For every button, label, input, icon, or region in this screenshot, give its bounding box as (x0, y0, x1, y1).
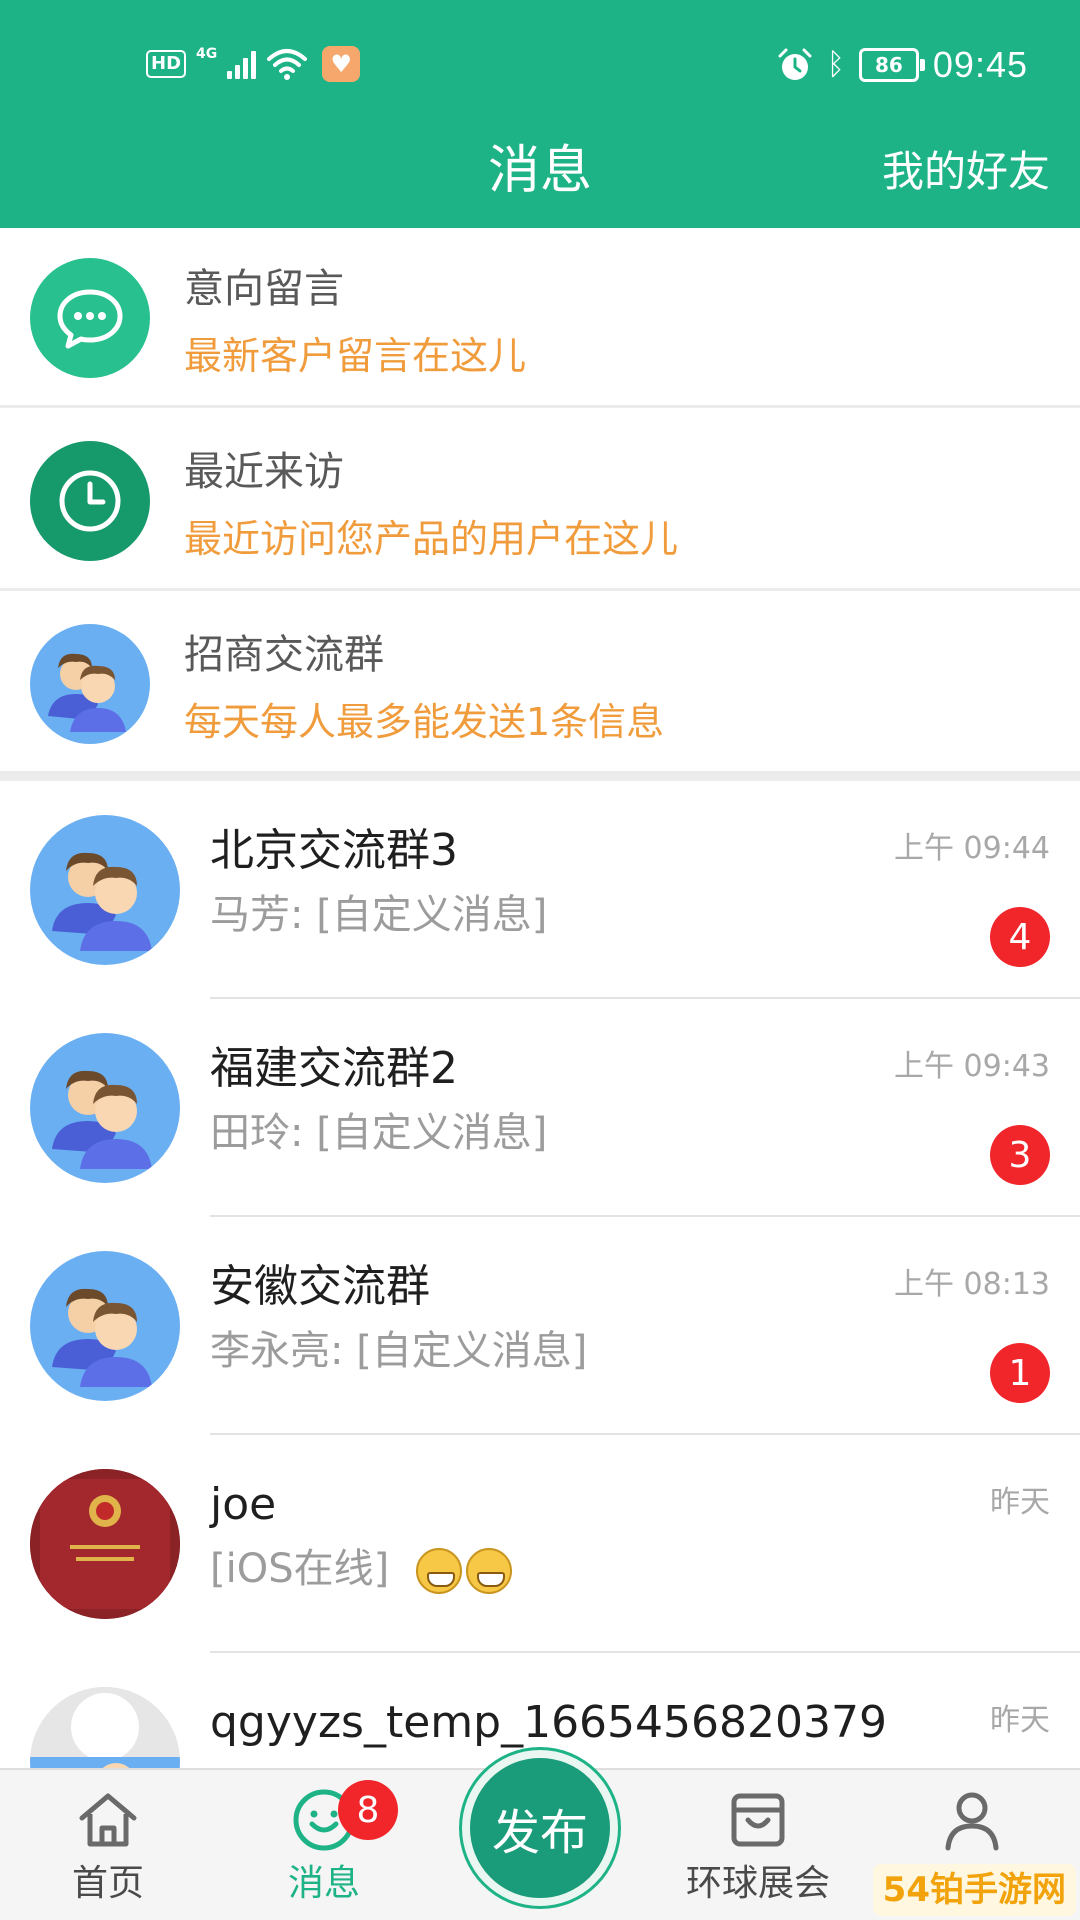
group-avatar-icon (30, 1251, 180, 1401)
feature-title: 最近来访 (184, 449, 344, 495)
feature-row-recent-visitors[interactable]: 最近来访 最近访问您产品的用户在这儿 (0, 411, 1080, 591)
health-app-icon: ♥ (322, 46, 361, 82)
feature-row-leave-message[interactable]: 意向留言 最新客户留言在这儿 (0, 228, 1080, 408)
chat-name: 福建交流群2 (210, 1043, 458, 1094)
hd-indicator: HD (146, 50, 187, 78)
grin-emoji-icon (465, 1548, 512, 1594)
group-avatar-icon (30, 1033, 180, 1183)
unread-badge: 3 (990, 1125, 1050, 1185)
unread-badge: 1 (990, 1343, 1050, 1403)
nav-messages[interactable]: 消息 8 (244, 1780, 404, 1914)
feature-title: 招商交流群 (184, 632, 384, 678)
shopping-bag-icon (731, 1793, 785, 1847)
home-icon (79, 1793, 137, 1847)
status-bar: HD 4G ♥ ᛒ 86 09:45 (0, 0, 1080, 120)
screen: HD 4G ♥ ᛒ 86 09:45 消息 我的好友 意向留言 最新客户留言在这… (0, 0, 1080, 1920)
signal-icon (227, 49, 257, 79)
status-left: HD 4G ♥ (146, 46, 361, 82)
nav-expo[interactable]: 环球展会 (678, 1784, 838, 1914)
chat-row[interactable]: joe [iOS在线] 昨天 (0, 1435, 1080, 1653)
chat-name: 安徽交流群 (210, 1261, 430, 1312)
chat-status-text: [iOS在线] (210, 1546, 390, 1592)
wifi-icon (267, 49, 308, 80)
status-right: ᛒ 86 09:45 (777, 44, 1028, 86)
chat-time: 昨天 (990, 1485, 1050, 1520)
chat-row[interactable]: 北京交流群3 马芳: [自定义消息] 上午 09:44 4 (0, 781, 1080, 999)
chat-name: joe (210, 1479, 277, 1530)
chat-last-message: 李永亮: [自定义消息] (210, 1328, 588, 1374)
chat-name: 北京交流群3 (210, 825, 458, 876)
chat-row[interactable]: 安徽交流群 李永亮: [自定义消息] 上午 08:13 1 (0, 1217, 1080, 1435)
grin-emoji-icon (415, 1548, 462, 1594)
publish-button[interactable]: 发布 (462, 1750, 618, 1906)
bluetooth-icon: ᛒ (826, 47, 845, 82)
chat-row[interactable]: 福建交流群2 田玲: [自定义消息] 上午 09:43 3 (0, 999, 1080, 1217)
chat-last-message: 马芳: [自定义消息] (210, 892, 548, 938)
user-avatar (30, 1469, 180, 1619)
watermark-logo: 54铂手游网 (872, 1864, 1076, 1916)
alarm-icon (778, 48, 812, 80)
person-icon (945, 1792, 999, 1851)
my-friends-link[interactable]: 我的好友 (882, 146, 1050, 198)
chat-time: 上午 09:43 (894, 1049, 1050, 1084)
feature-row-investment-group[interactable]: 招商交流群 每天每人最多能发送1条信息 (0, 594, 1080, 774)
chat-time: 上午 08:13 (894, 1267, 1050, 1302)
messages-unread-badge: 8 (338, 1780, 398, 1840)
feature-title: 意向留言 (184, 266, 344, 312)
chat-time: 昨天 (990, 1703, 1050, 1738)
chat-last-message: [iOS在线] (210, 1543, 516, 1595)
nav-label: 消息 (287, 1863, 360, 1904)
chat-last-message: 田玲: [自定义消息] (210, 1110, 548, 1156)
nav-home[interactable]: 首页 (28, 1784, 188, 1914)
top-app-bar: HD 4G ♥ ᛒ 86 09:45 消息 我的好友 (0, 0, 1080, 228)
chat-name: qgyyzs_temp_1665456820379 (210, 1697, 887, 1748)
group-icon (30, 624, 150, 744)
unread-badge: 4 (990, 907, 1050, 967)
clock-icon (30, 441, 150, 561)
feature-subtitle: 每天每人最多能发送1条信息 (184, 700, 665, 744)
clock-time: 09:45 (932, 44, 1028, 85)
group-avatar-icon (30, 815, 180, 965)
nav-label: 首页 (71, 1863, 144, 1904)
chat-bubble-icon (30, 258, 150, 378)
nav-label: 环球展会 (685, 1863, 830, 1904)
section-divider (0, 773, 1080, 781)
feature-subtitle: 最新客户留言在这儿 (184, 334, 527, 378)
network-type: 4G (196, 46, 218, 62)
battery-indicator: 86 (858, 48, 925, 82)
chat-time: 上午 09:44 (894, 831, 1050, 866)
feature-subtitle: 最近访问您产品的用户在这儿 (184, 517, 679, 561)
